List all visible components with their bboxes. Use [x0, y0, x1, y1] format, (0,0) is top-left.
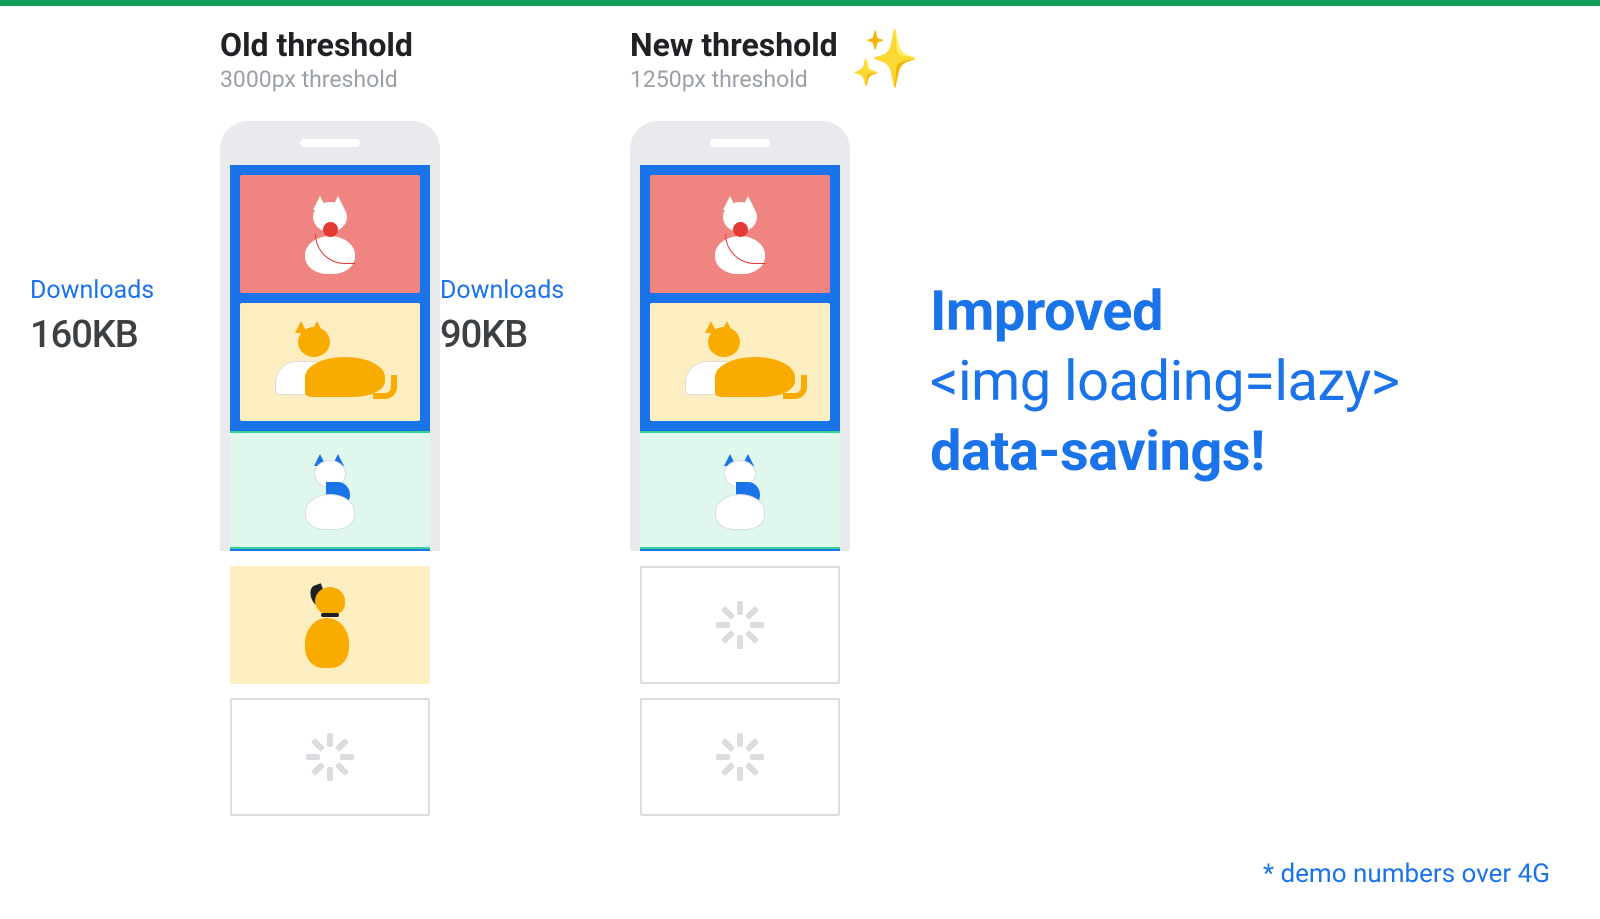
comparison-panels: Old threshold 3000px threshold Downloads… [30, 26, 850, 93]
spinner-icon [715, 732, 765, 782]
image-card-dog [230, 566, 430, 684]
old-below-viewport [220, 566, 440, 816]
loading-placeholder-card [640, 698, 840, 816]
spinner-icon [715, 600, 765, 650]
old-phone-mockup [220, 121, 440, 551]
spinner-icon [305, 732, 355, 782]
dog-icon [295, 583, 365, 668]
new-title: New threshold [630, 26, 850, 64]
new-downloads-block: Downloads 90KB [440, 276, 564, 357]
cat-blue-icon [290, 450, 370, 530]
new-phone-mockup [630, 121, 850, 551]
new-below-viewport [630, 566, 850, 816]
phone-speaker-icon [300, 139, 360, 147]
old-subtitle: 3000px threshold [220, 66, 440, 93]
headline-line2: <img loading=lazy> [930, 348, 1400, 414]
sparkle-icon: ✨ [850, 26, 920, 92]
cat-orange-icon [275, 327, 385, 397]
new-header: New threshold 1250px threshold [440, 26, 850, 93]
old-downloads-block: Downloads 160KB [30, 276, 154, 357]
cat-blue-icon [700, 450, 780, 530]
phone-speaker-icon [710, 139, 770, 147]
new-subtitle: 1250px threshold [630, 66, 850, 93]
phone-frame [630, 121, 850, 551]
cat-orange-icon [685, 327, 795, 397]
image-card-cat-shoe [650, 303, 830, 421]
new-downloads-label: Downloads [440, 276, 564, 305]
old-downloads-label: Downloads [30, 276, 154, 305]
image-card-cat-yarn [650, 175, 830, 293]
image-card-cat-cape [230, 431, 430, 549]
new-threshold-panel: New threshold 1250px threshold Downloads… [440, 26, 850, 93]
old-title: Old threshold [220, 26, 440, 64]
old-threshold-panel: Old threshold 3000px threshold Downloads… [30, 26, 440, 93]
cat-white-icon [295, 194, 365, 274]
phone-frame [220, 121, 440, 551]
headline-line1: Improved [930, 278, 1163, 344]
footnote: * demo numbers over 4G [1263, 859, 1550, 889]
headline-line3: data-savings! [930, 418, 1265, 484]
old-header: Old threshold 3000px threshold [30, 26, 440, 93]
old-downloads-value: 160KB [30, 313, 154, 357]
image-card-cat-shoe [240, 303, 420, 421]
phone-screen [640, 165, 840, 551]
loading-placeholder-card [230, 698, 430, 816]
image-card-cat-cape [640, 431, 840, 549]
image-card-cat-yarn [240, 175, 420, 293]
loading-placeholder-card [640, 566, 840, 684]
headline: Improved <img loading=lazy> data-savings… [930, 276, 1400, 486]
new-downloads-value: 90KB [440, 313, 564, 357]
phone-screen [230, 165, 430, 551]
cat-white-icon [705, 194, 775, 274]
